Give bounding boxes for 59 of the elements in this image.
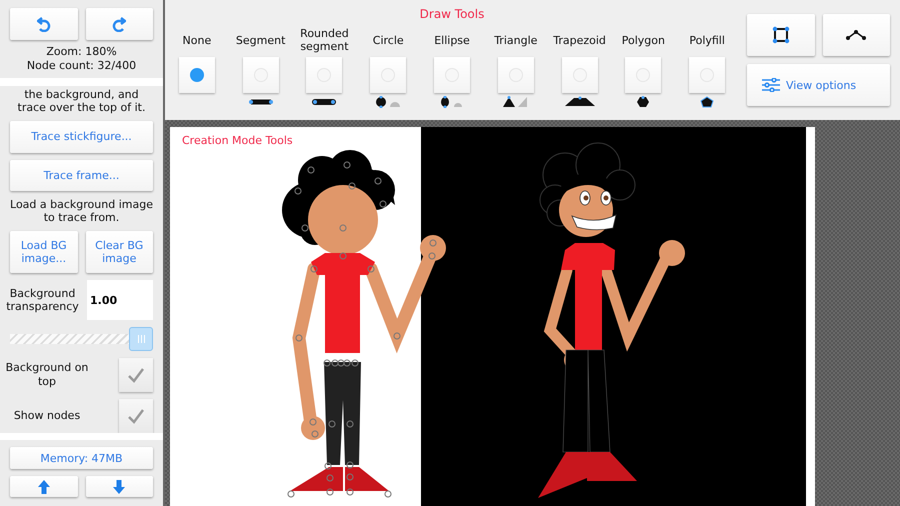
tool-label: Rounded segment [299,26,350,55]
tool-label: Trapezoid [553,32,606,48]
node-count-text: Node count: 32/400 [26,59,136,73]
segment-icon [248,98,274,106]
triangle-icon [502,96,529,108]
circle-icon [375,96,402,108]
background-hint: Load a background image to trace from. [10,198,153,224]
sliders-icon [762,78,780,92]
tool-radio-button[interactable] [625,57,662,93]
undo-icon [36,16,51,32]
redo-icon [112,16,126,32]
move-up-button[interactable] [10,476,78,497]
polyfill-icon [700,96,714,108]
checkbox[interactable] [119,358,153,392]
background-image-button[interactable]: Clear BG image [86,231,153,273]
tool-label: Triangle [494,32,538,48]
option-label: Background on top [4,361,90,389]
trace-button[interactable]: Trace frame... [10,160,153,191]
tool-radio-button[interactable] [562,57,598,93]
background-image-button[interactable]: Load BG image... [10,231,78,273]
creation-mode-label: Creation Mode Tools [182,134,293,147]
tool-radio-button[interactable] [498,57,534,93]
trace-button[interactable]: Trace stickfigure... [10,121,153,152]
stickfigure-drawing[interactable] [282,150,446,498]
undo-button[interactable] [10,8,78,40]
tool-radio-button[interactable] [178,57,215,93]
tool-radio-button[interactable] [689,57,726,93]
tool-label: None [182,32,212,48]
rounded-segment-icon [311,98,338,106]
option-label: Show nodes [12,409,82,423]
tool-radio-button[interactable] [370,57,406,93]
draw-tools-title: Draw Tools [420,7,484,23]
trapezoid-icon [564,96,596,108]
selection-box-icon [772,26,790,44]
polygon-icon [636,96,650,108]
transparency-field[interactable]: 1.00 [87,280,153,320]
zoom-text: Zoom: 180% [46,45,117,59]
node-path-button[interactable] [822,14,890,56]
tool-label: Polygon [622,32,665,48]
checkbox[interactable] [119,399,153,433]
tool-label: Polyfill [689,32,725,48]
up-arrow-icon [38,480,50,494]
memory-button[interactable]: Memory: 47MB [10,447,153,469]
tool-radio-button[interactable] [434,57,470,93]
tool-label: Circle [372,32,404,48]
trace-description: the background, and trace over the top of it. [16,88,146,114]
move-down-button[interactable] [86,476,153,497]
checkmark-icon [127,367,145,383]
selection-box-button[interactable] [747,14,814,56]
view-options-button[interactable]: View options [747,64,890,106]
transparency-label: Background transparency [5,287,80,313]
tool-label: Ellipse [434,32,470,48]
tool-radio-button[interactable] [242,57,279,93]
checkmark-icon [127,408,145,424]
node-path-icon [846,29,866,41]
tool-radio-button[interactable] [306,57,342,93]
redo-button[interactable] [86,8,153,40]
down-arrow-icon [113,480,126,494]
tool-label: Segment [236,32,286,48]
